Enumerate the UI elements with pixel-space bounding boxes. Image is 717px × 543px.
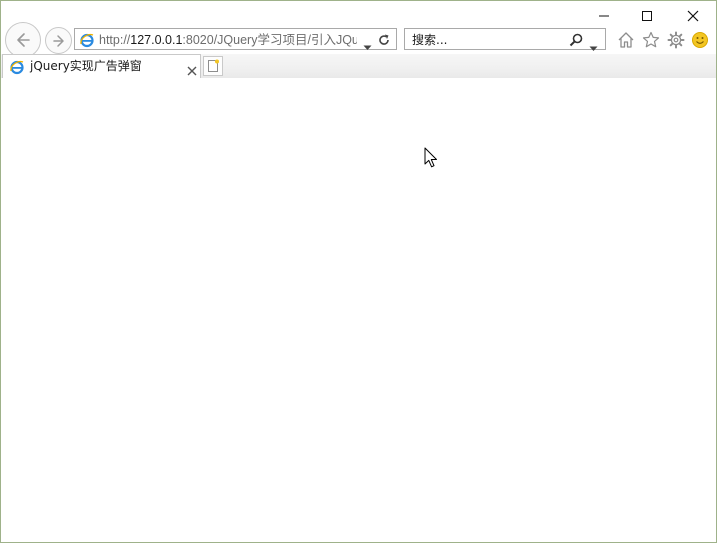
tab-active[interactable]: jQuery实现广告弹窗 [2, 54, 201, 78]
star-icon [642, 31, 660, 48]
url-path: :8020/JQuery学习项目/引入JQu [182, 33, 357, 47]
refresh-icon [379, 34, 389, 45]
url-host: 127.0.0.1 [130, 33, 183, 47]
chevron-down-icon [363, 45, 372, 50]
browser-window: http://127.0.0.1:8020/JQuery学习项目/引入JQu 搜… [0, 0, 717, 543]
smiley-icon [692, 32, 708, 48]
url-scheme: http:// [99, 33, 131, 47]
mouse-cursor-icon [424, 147, 438, 173]
forward-arrow-icon [52, 34, 64, 47]
forward-button[interactable] [45, 27, 72, 54]
ie-logo-icon [79, 32, 95, 52]
home-button[interactable] [615, 29, 637, 51]
search-button[interactable] [568, 32, 584, 52]
close-icon [187, 66, 197, 76]
new-tab-button[interactable] [203, 56, 223, 76]
minimize-icon [599, 15, 609, 17]
back-arrow-icon [17, 33, 30, 47]
page-content[interactable] [1, 78, 716, 542]
url-text[interactable]: http://127.0.0.1:8020/JQuery学习项目/引入JQu [99, 31, 357, 49]
close-window-button[interactable] [670, 1, 716, 31]
gear-icon [667, 31, 685, 49]
new-tab-icon [208, 59, 219, 72]
address-bar[interactable]: http://127.0.0.1:8020/JQuery学习项目/引入JQu [74, 28, 397, 50]
ie-logo-icon [9, 59, 25, 79]
address-dropdown-button[interactable] [363, 36, 372, 55]
minimize-button[interactable] [581, 1, 627, 31]
tab-strip: jQuery实现广告弹窗 [1, 54, 716, 78]
close-icon [687, 10, 699, 22]
favorites-button[interactable] [640, 29, 662, 51]
home-icon [618, 32, 634, 48]
refresh-button[interactable] [377, 32, 391, 51]
chevron-down-icon [589, 46, 598, 51]
maximize-icon [642, 11, 652, 21]
search-input[interactable]: 搜索... [412, 31, 447, 49]
tab-title: jQuery实现广告弹窗 [30, 59, 142, 73]
feedback-button[interactable] [689, 29, 711, 51]
maximize-button[interactable] [624, 1, 670, 31]
back-button[interactable] [5, 22, 41, 58]
tools-button[interactable] [665, 29, 687, 51]
search-icon [569, 33, 583, 47]
search-box[interactable]: 搜索... [404, 28, 606, 52]
